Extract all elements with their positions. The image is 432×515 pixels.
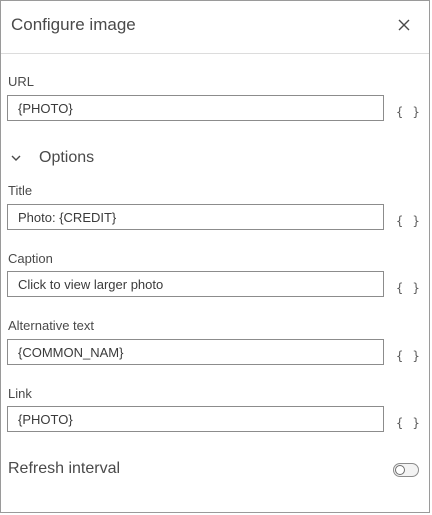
options-section-toggle[interactable]: Options xyxy=(9,149,94,167)
panel-title: Configure image xyxy=(11,15,136,34)
options-label: Options xyxy=(39,149,95,166)
caption-field[interactable] xyxy=(7,271,384,297)
url-expression-button[interactable]: { } xyxy=(396,105,421,119)
caption-input[interactable] xyxy=(8,272,383,296)
alt-text-label: Alternative text xyxy=(8,318,94,333)
title-label: Title xyxy=(8,183,33,198)
close-icon[interactable] xyxy=(397,18,411,32)
link-input[interactable] xyxy=(8,407,383,431)
url-field[interactable] xyxy=(7,95,384,121)
alt-text-expression-button[interactable]: { } xyxy=(396,349,421,363)
chevron-down-icon xyxy=(9,151,23,165)
url-input[interactable] xyxy=(8,96,383,120)
caption-label: Caption xyxy=(8,251,53,266)
alt-text-field[interactable] xyxy=(7,339,384,365)
refresh-interval-toggle[interactable] xyxy=(393,463,419,477)
refresh-interval-label: Refresh interval xyxy=(8,460,121,477)
title-field[interactable] xyxy=(7,204,384,230)
link-label: Link xyxy=(8,386,32,401)
url-label: URL xyxy=(8,74,35,89)
link-expression-button[interactable]: { } xyxy=(396,416,421,430)
toggle-knob xyxy=(395,465,405,475)
title-input[interactable] xyxy=(8,205,383,229)
configure-image-panel: Configure image URL { } Options Title { … xyxy=(0,0,430,513)
panel-header: Configure image xyxy=(1,1,429,54)
title-expression-button[interactable]: { } xyxy=(396,214,421,228)
link-field[interactable] xyxy=(7,406,384,432)
caption-expression-button[interactable]: { } xyxy=(396,281,421,295)
alt-text-input[interactable] xyxy=(8,340,383,364)
